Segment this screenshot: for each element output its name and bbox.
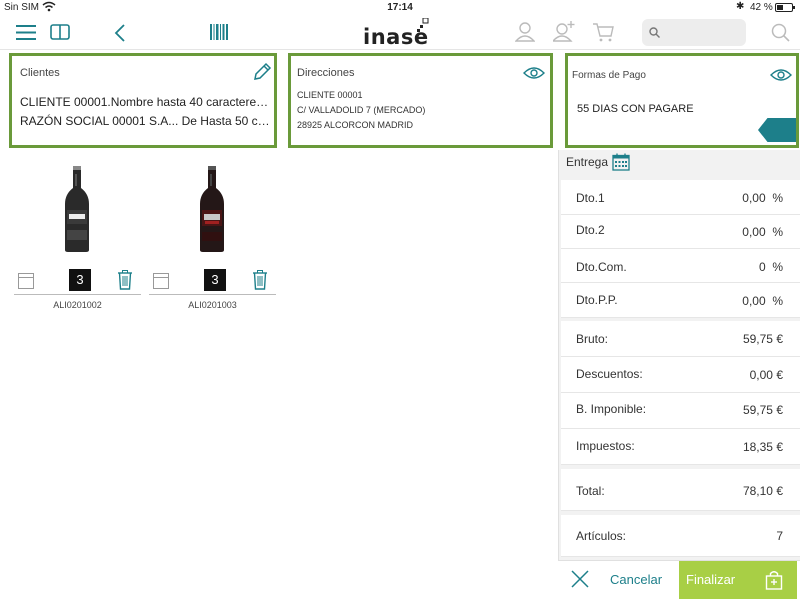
status-bar: Sin SIM 17:14 ✱ 42 % — [0, 0, 800, 16]
cancel-button[interactable]: Cancelar — [610, 572, 662, 587]
forma-pago-value: 55 DIAS CON PAGARE — [577, 103, 694, 115]
product-card[interactable]: 3 ALI0201002 — [14, 162, 141, 312]
dto2-row[interactable]: Dto.2 0,00 % — [561, 215, 800, 249]
footer-actions: Cancelar Finalizar — [558, 560, 800, 599]
menu-icon[interactable] — [16, 25, 36, 40]
descuentos-label: Descuentos: — [576, 367, 643, 381]
imponible-label: B. Imponible: — [576, 402, 647, 416]
dto-pp-value: 0,00 % — [742, 294, 783, 308]
add-user-icon[interactable] — [553, 21, 575, 42]
frame-icon[interactable] — [153, 273, 169, 289]
product-code: ALI0201002 — [53, 300, 102, 310]
finalize-label: Finalizar — [686, 572, 736, 587]
bluetooth-icon: ✱ — [736, 1, 745, 12]
quantity-badge[interactable]: 3 — [204, 269, 226, 291]
bruto-value: 59,75 € — [742, 332, 783, 346]
descuentos-row: Descuentos: 0,00 € — [561, 357, 800, 393]
close-icon[interactable] — [570, 569, 590, 594]
imponible-row: B. Imponible: 59,75 € — [561, 393, 800, 429]
entrega-label: Entrega — [566, 155, 609, 169]
clientes-panel[interactable]: Clientes CLIENTE 00001.Nombre hasta 40 c… — [9, 53, 277, 148]
cliente-razon-social: RAZÓN SOCIAL 00001 S.A... De Hasta 50 ca… — [20, 114, 272, 128]
quantity-badge[interactable]: 3 — [69, 269, 91, 291]
calendar-icon[interactable] — [612, 153, 630, 176]
dto-com-row[interactable]: Dto.Com. 0 % — [561, 249, 800, 283]
dto-com-label: Dto.Com. — [576, 260, 627, 274]
product-controls: 3 — [149, 267, 276, 295]
total-label: Total: — [576, 484, 605, 498]
clock: 17:14 — [387, 2, 413, 13]
dto-pp-label: Dto.P.P. — [576, 293, 618, 307]
trash-icon[interactable] — [117, 270, 133, 295]
direccion-street: C/ VALLADOLID 7 (MERCADO) — [297, 105, 426, 115]
direcciones-panel[interactable]: Direcciones CLIENTE 00001 C/ VALLADOLID … — [288, 53, 553, 148]
view-eye-icon[interactable] — [770, 68, 792, 87]
search-box[interactable] — [642, 19, 746, 46]
product-code: ALI0201003 — [188, 300, 237, 310]
view-eye-icon[interactable] — [523, 66, 545, 85]
formas-pago-title: Formas de Pago — [572, 70, 646, 81]
impuestos-row: Impuestos: 18,35 € — [561, 429, 800, 465]
shopping-bag-icon — [765, 570, 783, 595]
articulos-row: Artículos: 7 — [561, 515, 800, 557]
descuentos-value: 0,00 € — [749, 368, 783, 382]
impuestos-label: Impuestos: — [576, 439, 635, 453]
search-icon[interactable] — [771, 23, 790, 42]
dto-com-value: 0 % — [758, 260, 783, 274]
book-icon[interactable] — [50, 24, 70, 40]
direccion-cliente: CLIENTE 00001 — [297, 90, 363, 100]
imponible-value: 59,75 € — [742, 403, 783, 417]
search-input[interactable] — [664, 23, 740, 42]
finalize-button[interactable]: Finalizar — [679, 561, 797, 599]
toolbar: inase — [0, 16, 800, 50]
dto2-value: 0,00 % — [742, 225, 783, 239]
total-value: 78,10 € — [742, 484, 783, 498]
direcciones-title: Direcciones — [297, 67, 355, 79]
edit-pencil-icon[interactable] — [252, 62, 272, 87]
battery-icon — [775, 3, 795, 12]
product-controls: 3 — [14, 267, 141, 295]
back-chevron-icon[interactable] — [114, 23, 126, 43]
impuestos-value: 18,35 € — [742, 440, 783, 454]
bruto-label: Bruto: — [576, 332, 609, 346]
product-card[interactable]: 3 ALI0201003 — [149, 162, 276, 312]
articulos-label: Artículos: — [576, 529, 627, 543]
dto1-row[interactable]: Dto.1 0,00 % — [561, 180, 800, 215]
battery-percent: 42 % — [750, 2, 773, 13]
clientes-title: Clientes — [20, 67, 60, 79]
dto1-label: Dto.1 — [576, 191, 605, 205]
beer-bottle-image — [199, 166, 225, 257]
articulos-value: 7 — [776, 529, 783, 543]
bruto-row: Bruto: 59,75 € — [561, 321, 800, 357]
frame-icon[interactable] — [18, 273, 34, 289]
search-field-icon — [649, 27, 660, 38]
total-row: Total: 78,10 € — [561, 469, 800, 511]
order-summary: Entrega Dto.1 0,00 % Dto.2 0,00 % Dto.Co… — [558, 150, 800, 560]
direccion-city: 28925 ALCORCON MADRID — [297, 120, 414, 130]
trash-icon[interactable] — [252, 270, 268, 295]
formas-pago-panel[interactable]: Formas de Pago 55 DIAS CON PAGARE — [565, 53, 799, 148]
cliente-name: CLIENTE 00001.Nombre hasta 40 caracteres… — [20, 95, 272, 109]
user-icon[interactable] — [515, 22, 535, 42]
expand-tab[interactable] — [758, 118, 796, 142]
cart-icon[interactable] — [592, 22, 614, 42]
app-logo: inase — [363, 18, 429, 49]
dto2-label: Dto.2 — [576, 223, 605, 237]
beer-bottle-image — [64, 166, 90, 257]
barcode-icon[interactable] — [210, 24, 228, 40]
dto-pp-row[interactable]: Dto.P.P. 0,00 % — [561, 283, 800, 318]
dto1-value: 0,00 % — [742, 191, 783, 205]
